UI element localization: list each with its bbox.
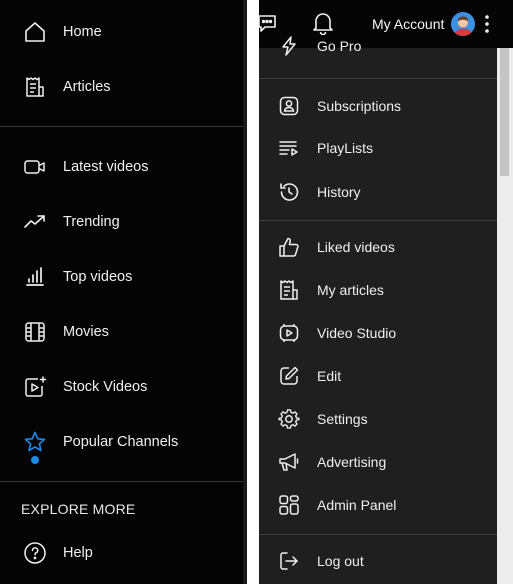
logout-icon [277, 549, 301, 573]
video-studio-icon [277, 321, 301, 345]
menu-item-advertising[interactable]: Advertising [259, 442, 497, 482]
sidebar-item-label: Trending [63, 214, 120, 230]
active-indicator-dot [31, 456, 39, 464]
thumbs-up-icon [277, 235, 301, 259]
person-square-icon [277, 94, 301, 118]
menu-item-settings[interactable]: Settings [259, 399, 497, 439]
receipt-icon [277, 278, 301, 302]
sidebar-item-top-videos[interactable]: Top videos [0, 257, 243, 297]
sidebar-scrollbar[interactable] [243, 0, 247, 584]
receipt-icon [22, 74, 48, 100]
sidebar-item-label: Movies [63, 324, 109, 340]
home-icon [22, 19, 48, 45]
divider [259, 534, 497, 535]
divider [259, 220, 497, 221]
menu-item-label: My articles [317, 282, 384, 298]
star-icon [22, 429, 48, 455]
menu-item-label: Settings [317, 411, 368, 427]
sidebar: Home Articles Latest videos Trending Top… [0, 0, 243, 584]
sidebar-item-label: Stock Videos [63, 379, 148, 395]
sidebar-item-articles[interactable]: Articles [0, 67, 243, 107]
menu-scrollbar-thumb[interactable] [500, 48, 509, 176]
menu-item-label: PlayLists [317, 140, 374, 156]
menu-item-label: Go Pro [317, 38, 362, 54]
gear-icon [277, 407, 301, 431]
divider [0, 481, 243, 482]
menu-item-log-out[interactable]: Log out [259, 541, 497, 581]
menu-item-label: Admin Panel [317, 497, 397, 513]
menu-item-label: Liked videos [317, 239, 395, 255]
menu-item-label: Advertising [317, 454, 387, 470]
menu-item-playlists[interactable]: PlayLists [259, 128, 497, 168]
video-camera-icon [22, 154, 48, 180]
sidebar-item-label: Articles [63, 79, 111, 95]
lightning-icon [277, 34, 301, 58]
menu-item-label: Video Studio [317, 325, 397, 341]
sidebar-item-home[interactable]: Home [0, 12, 243, 52]
menu-item-label: Log out [317, 553, 364, 569]
menu-item-my-articles[interactable]: My articles [259, 270, 497, 310]
menu-item-label: Edit [317, 368, 342, 384]
sidebar-item-label: Latest videos [63, 159, 149, 175]
menu-item-history[interactable]: History [259, 172, 497, 212]
menu-item-video-studio[interactable]: Video Studio [259, 313, 497, 353]
sidebar-item-stock-videos[interactable]: Stock Videos [0, 367, 243, 407]
trending-up-icon [22, 209, 48, 235]
sidebar-item-movies[interactable]: Movies [0, 312, 243, 352]
menu-item-go-pro[interactable]: Go Pro [259, 28, 497, 64]
sidebar-item-latest-videos[interactable]: Latest videos [0, 147, 243, 187]
video-add-icon [22, 374, 48, 400]
menu-item-admin-panel[interactable]: Admin Panel [259, 485, 497, 525]
menu-item-liked-videos[interactable]: Liked videos [259, 227, 497, 267]
divider [259, 78, 497, 79]
explore-more-heading: EXPLORE MORE [21, 501, 136, 517]
edit-icon [277, 364, 301, 388]
menu-item-edit[interactable]: Edit [259, 356, 497, 396]
sidebar-item-label: Home [63, 24, 102, 40]
playlist-icon [277, 136, 301, 160]
sidebar-item-label: Popular Channels [63, 434, 179, 450]
sidebar-item-trending[interactable]: Trending [0, 202, 243, 242]
sidebar-item-label: Help [63, 545, 93, 561]
megaphone-icon [277, 450, 301, 474]
history-icon [277, 180, 301, 204]
film-icon [22, 319, 48, 345]
sidebar-item-help[interactable]: Help [0, 533, 243, 573]
sidebar-item-label: Top videos [63, 269, 133, 285]
menu-item-subscriptions[interactable]: Subscriptions [259, 86, 497, 126]
question-circle-icon [22, 540, 48, 566]
bar-chart-icon [22, 264, 48, 290]
menu-item-label: Subscriptions [317, 98, 402, 114]
dashboard-icon [277, 493, 301, 517]
account-menu: Go Pro Subscriptions PlayLists History L… [259, 36, 497, 584]
divider [0, 126, 243, 127]
menu-item-label: History [317, 184, 361, 200]
